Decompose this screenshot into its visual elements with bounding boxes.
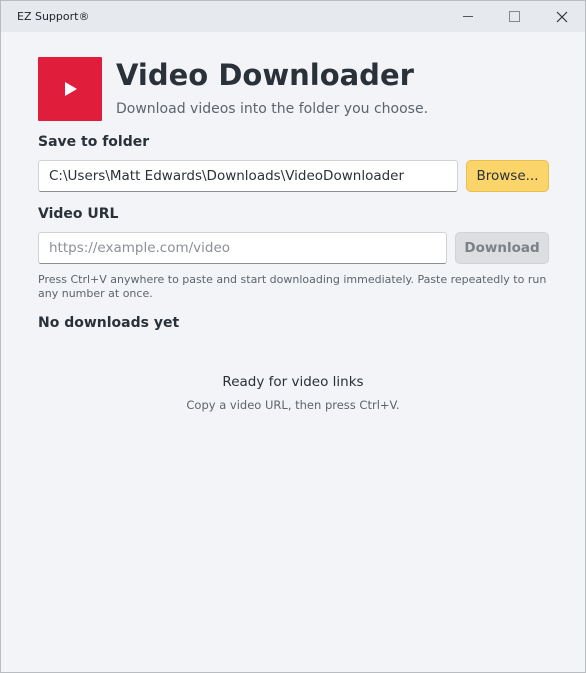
page-title: Video Downloader bbox=[116, 58, 414, 92]
app-logo bbox=[38, 57, 102, 121]
close-icon bbox=[556, 11, 568, 22]
minimize-icon bbox=[463, 16, 473, 17]
video-url-input[interactable]: https://example.com/video bbox=[38, 232, 447, 264]
maximize-icon bbox=[508, 11, 520, 22]
minimize-button[interactable] bbox=[445, 1, 491, 32]
play-icon bbox=[65, 82, 77, 96]
app-window: EZ Support® Video Downloader Download vi… bbox=[0, 0, 586, 673]
maximize-button[interactable] bbox=[491, 1, 537, 32]
empty-state-subtitle: Copy a video URL, then press Ctrl+V. bbox=[186, 398, 400, 412]
folder-path-field[interactable]: C:\Users\Matt Edwards\Downloads\VideoDow… bbox=[38, 160, 458, 192]
page-subtitle: Download videos into the folder you choo… bbox=[116, 101, 429, 117]
paste-hint: Press Ctrl+V anywhere to paste and start… bbox=[38, 273, 547, 300]
save-folder-label: Save to folder bbox=[38, 134, 150, 150]
empty-state-title: Ready for video links bbox=[222, 374, 364, 390]
close-button[interactable] bbox=[539, 1, 585, 32]
download-button[interactable]: Download bbox=[455, 232, 549, 264]
app-title: EZ Support® bbox=[17, 10, 90, 23]
browse-button[interactable]: Browse... bbox=[466, 160, 549, 192]
title-bar[interactable]: EZ Support® bbox=[1, 1, 585, 32]
video-url-label: Video URL bbox=[38, 206, 119, 222]
downloads-heading: No downloads yet bbox=[38, 315, 180, 331]
